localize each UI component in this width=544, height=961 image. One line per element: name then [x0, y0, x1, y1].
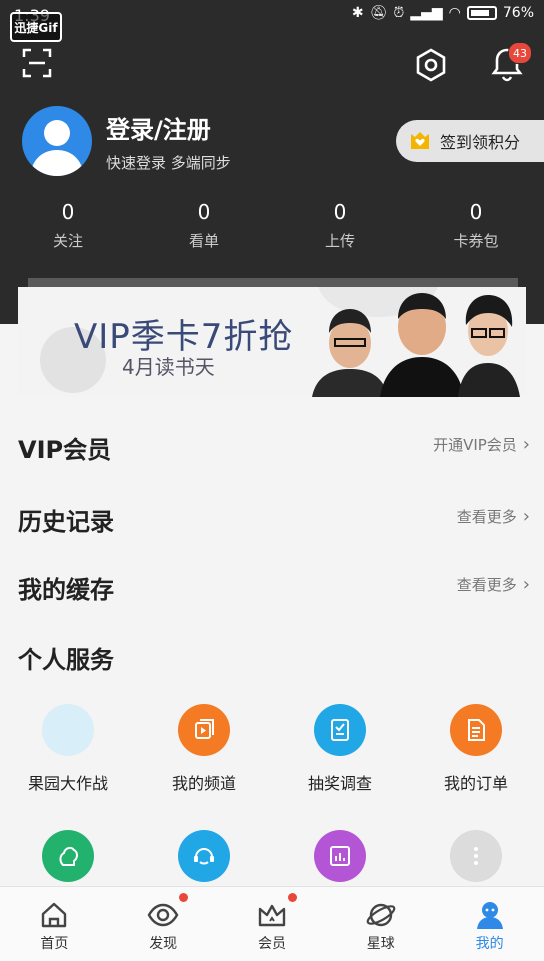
- login-register-link[interactable]: 登录/注册: [106, 110, 211, 145]
- banner-subtitle: 4月读书天: [122, 355, 215, 379]
- tab-notification-dot: [178, 893, 188, 902]
- row-link-label: 查看更多: [456, 508, 517, 526]
- service-item[interactable]: [408, 826, 544, 882]
- stat-value: 0: [469, 200, 483, 224]
- channel-icon: [178, 704, 230, 756]
- login-subtitle: 快速登录 多端同步: [106, 154, 231, 172]
- row-title: 我的缓存: [18, 576, 114, 604]
- service-label: 抽奖调查: [307, 774, 372, 793]
- row-link-label: 开通VIP会员: [433, 436, 517, 454]
- tab-vip[interactable]: 会员: [218, 887, 327, 961]
- order-icon: [450, 704, 502, 756]
- chevron-right-icon: ›: [522, 506, 530, 527]
- stat-label: 上传: [324, 232, 355, 250]
- profile-icon: [476, 902, 503, 929]
- stat-coupons[interactable]: 0 卡券包: [408, 200, 544, 251]
- wifi-icon: ◠: [448, 5, 461, 21]
- eye-icon: [147, 903, 179, 927]
- banner-people-image: [312, 293, 520, 397]
- crown-icon: [258, 904, 286, 927]
- tab-label: 发现: [149, 936, 178, 952]
- services-grid-row2: [0, 826, 544, 882]
- service-item[interactable]: [272, 826, 408, 882]
- row-link-label: 查看更多: [456, 576, 517, 594]
- stat-watchlist[interactable]: 0 看单: [136, 200, 272, 251]
- survey-icon: [314, 704, 366, 756]
- chevron-right-icon: ›: [522, 434, 530, 455]
- home-icon: [42, 902, 67, 928]
- stat-value: 0: [61, 200, 75, 224]
- signin-label: 签到领积分: [440, 133, 521, 152]
- row-title: 历史记录: [18, 508, 114, 536]
- service-item[interactable]: [0, 826, 136, 882]
- service-label: 我的频道: [171, 774, 236, 793]
- more-icon: [450, 830, 502, 882]
- service-orders[interactable]: 我的订单: [408, 700, 544, 794]
- settings-icon[interactable]: [414, 48, 448, 82]
- service-survey[interactable]: 抽奖调查: [272, 700, 408, 794]
- planet-icon: [366, 903, 396, 927]
- tab-planet[interactable]: 星球: [326, 887, 435, 961]
- stat-label: 卡券包: [453, 232, 499, 250]
- gif-watermark: 迅捷Gif: [10, 12, 62, 42]
- mute-icon: 🔕︎: [369, 5, 388, 21]
- cache-more-link[interactable]: 查看更多 ›: [457, 574, 530, 595]
- bluetooth-icon: ✱: [351, 5, 364, 21]
- stat-value: 0: [197, 200, 211, 224]
- notification-badge: 43: [508, 42, 532, 64]
- service-label: 我的订单: [443, 774, 508, 793]
- vip-promo-banner[interactable]: VIP季卡7折抢 4月读书天: [18, 287, 526, 397]
- tab-label: 我的: [475, 936, 504, 952]
- stat-label: 关注: [52, 232, 83, 250]
- customer-service-icon: [178, 830, 230, 882]
- personal-services-header: 个人服务: [0, 626, 544, 686]
- tab-label: 首页: [40, 936, 69, 952]
- profile-header: 1:39 迅捷Gif ✱ 🔕︎ ⏰︎ ▂▄▆ ◠ 76% 43 登录/注册: [0, 0, 544, 324]
- chart-icon: [314, 830, 366, 882]
- service-item[interactable]: [136, 826, 272, 882]
- row-title: VIP会员: [18, 436, 112, 464]
- section-title: 个人服务: [18, 646, 114, 674]
- scan-icon[interactable]: [22, 48, 52, 78]
- avatar[interactable]: [22, 106, 92, 176]
- tab-label: 会员: [257, 936, 286, 952]
- battery-level: 76%: [502, 5, 534, 21]
- tab-mine[interactable]: 我的: [435, 887, 544, 961]
- signin-points-button[interactable]: 签到领积分: [396, 120, 544, 162]
- service-channel[interactable]: 我的频道: [136, 700, 272, 794]
- history-row[interactable]: 历史记录 查看更多 ›: [0, 488, 544, 548]
- stat-value: 0: [333, 200, 347, 224]
- default-avatar-icon: [30, 120, 84, 176]
- status-bar: 1:39 迅捷Gif ✱ 🔕︎ ⏰︎ ▂▄▆ ◠ 76%: [0, 0, 544, 42]
- tab-home[interactable]: 首页: [0, 887, 109, 961]
- signin-badge-icon: [411, 132, 429, 149]
- history-more-link[interactable]: 查看更多 ›: [457, 506, 530, 527]
- cache-row[interactable]: 我的缓存 查看更多 ›: [0, 556, 544, 616]
- vip-member-row[interactable]: VIP会员 开通VIP会员 ›: [0, 414, 544, 474]
- stat-upload[interactable]: 0 上传: [272, 200, 408, 251]
- open-vip-link[interactable]: 开通VIP会员 ›: [433, 434, 530, 455]
- orchard-icon: [42, 704, 94, 756]
- stat-follow[interactable]: 0 关注: [0, 200, 136, 251]
- battery-icon: [466, 6, 497, 20]
- service-orchard[interactable]: 果园大作战: [0, 700, 136, 794]
- services-grid: 果园大作战 我的频道 抽奖调查 我的订单: [0, 700, 544, 794]
- leaf-icon: [42, 830, 94, 882]
- tab-notification-dot: [287, 893, 297, 902]
- chevron-right-icon: ›: [522, 574, 530, 595]
- tab-discover[interactable]: 发现: [109, 887, 218, 961]
- status-icons: ✱ 🔕︎ ⏰︎ ▂▄▆ ◠ 76%: [352, 5, 534, 21]
- stats-row: 0 关注 0 看单 0 上传 0 卡券包: [0, 200, 544, 251]
- stat-label: 看单: [188, 232, 219, 250]
- service-label: 果园大作战: [27, 774, 108, 793]
- tab-label: 星球: [366, 936, 395, 952]
- signal-icon: ▂▄▆: [410, 5, 443, 21]
- bottom-tab-bar: 首页 发现 会员 星球 我的: [0, 886, 544, 961]
- alarm-icon: ⏰︎: [393, 5, 405, 21]
